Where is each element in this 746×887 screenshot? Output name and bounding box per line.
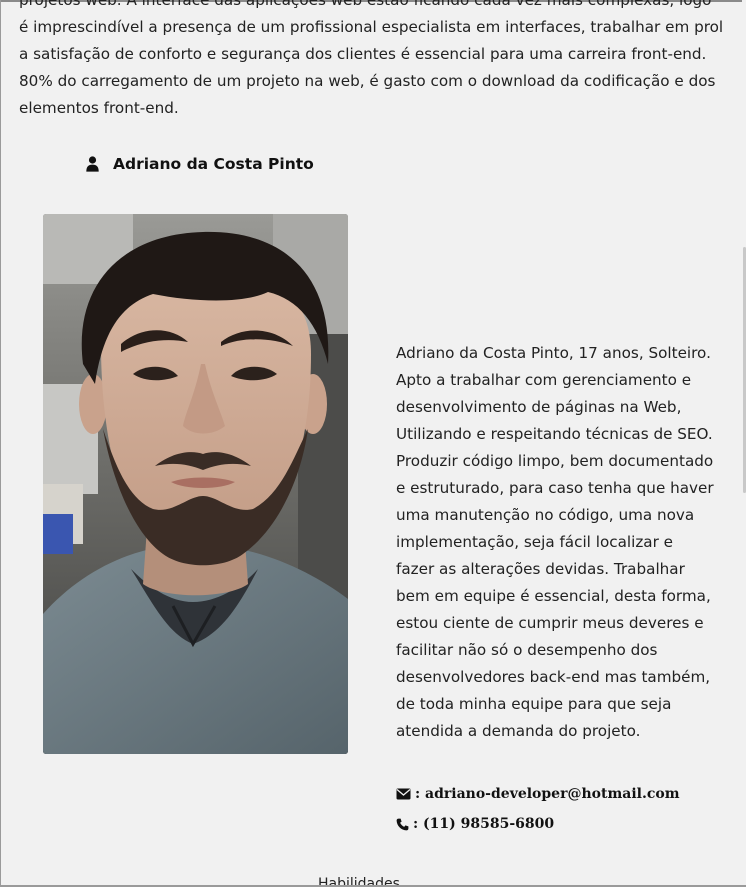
page: projetos web. A interface das aplicações…	[0, 0, 746, 887]
envelope-icon	[396, 788, 411, 800]
email-text[interactable]: : adriano-developer@hotmail.com	[415, 786, 680, 802]
email-contact: : adriano-developer@hotmail.com	[396, 786, 680, 802]
profile-photo	[43, 214, 348, 754]
phone-contact: : (11) 98585-6800	[396, 816, 554, 832]
user-icon	[86, 156, 99, 172]
intro-paragraph: projetos web. A interface das aplicações…	[19, 0, 724, 117]
author-heading: Adriano da Costa Pinto	[86, 152, 314, 176]
phone-text: : (11) 98585-6800	[413, 816, 555, 832]
phone-icon	[396, 818, 409, 831]
author-name: Adriano da Costa Pinto	[113, 155, 314, 173]
left-border	[0, 0, 1, 887]
bio-paragraph: Adriano da Costa Pinto, 17 anos, Solteir…	[396, 344, 714, 740]
